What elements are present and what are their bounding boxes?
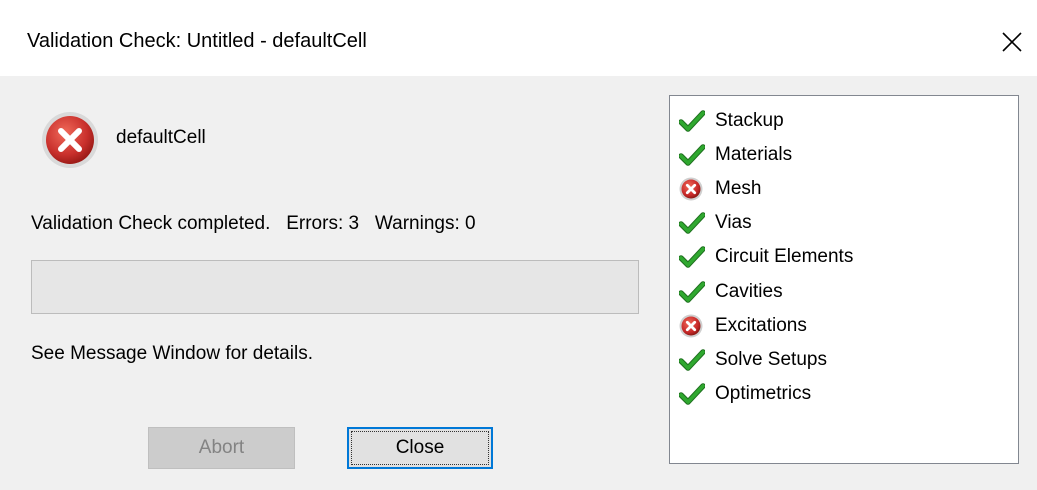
checkmark-icon [679,347,709,373]
error-icon [679,313,709,339]
check-item-label: Materials [715,144,793,166]
validation-dialog: Validation Check: Untitled - defaultCell… [0,0,1037,490]
check-item: Materials [679,138,853,172]
close-window-icon[interactable] [996,26,1028,58]
check-list-panel[interactable]: Stackup Materials Mesh Vias Circuit Elements… [669,95,1019,464]
progress-bar [31,260,639,314]
checkmark-icon [679,108,709,134]
checkmark-icon [679,210,709,236]
check-list: Stackup Materials Mesh Vias Circuit Elements… [679,104,853,411]
check-item-label: Circuit Elements [715,246,854,268]
window-title: Validation Check: Untitled - defaultCell [27,30,367,52]
check-item-label: Stackup [715,110,784,132]
checkmark-icon [679,244,709,270]
check-item: Solve Setups [679,343,853,377]
status-message: Validation Check completed. Errors: 3 Wa… [31,213,476,234]
title-bar[interactable]: Validation Check: Untitled - defaultCell [0,0,1037,76]
check-item: Optimetrics [679,377,853,411]
error-icon [679,176,709,202]
check-item: Stackup [679,104,853,138]
check-item: Mesh [679,172,853,206]
check-item-label: Vias [715,212,752,234]
check-item: Excitations [679,309,853,343]
check-item-label: Mesh [715,178,762,200]
details-message: See Message Window for details. [31,343,313,364]
checkmark-icon [679,279,709,305]
check-item-label: Solve Setups [715,348,827,370]
checkmark-icon [679,381,709,407]
check-item-label: Optimetrics [715,382,812,404]
check-item: Cavities [679,274,853,308]
check-item-label: Excitations [715,314,807,336]
check-item-label: Cavities [715,280,783,302]
checkmark-icon [679,142,709,168]
error-icon [40,110,100,170]
check-item: Circuit Elements [679,240,853,274]
cell-name: defaultCell [116,127,206,148]
check-item: Vias [679,206,853,240]
abort-button[interactable]: Abort [148,427,295,469]
close-button[interactable]: Close [347,427,493,469]
